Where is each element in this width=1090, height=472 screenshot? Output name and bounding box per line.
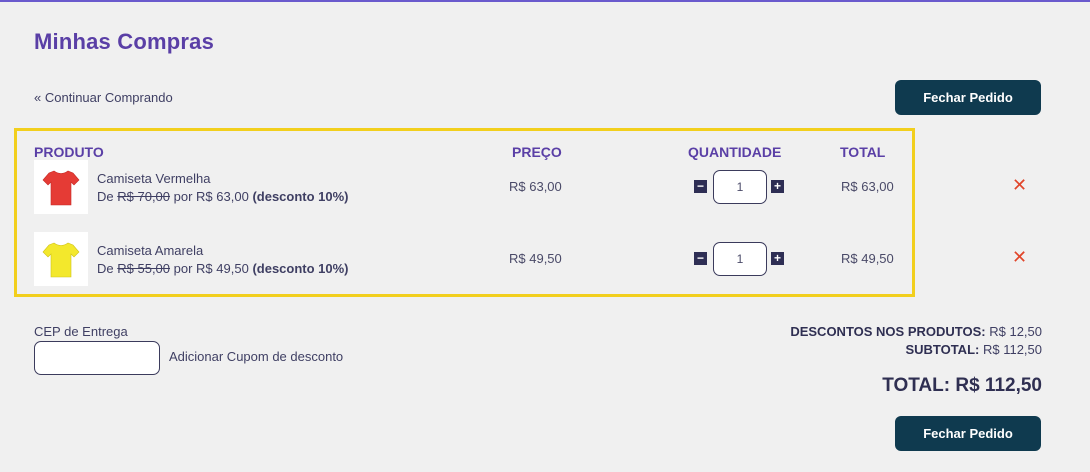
- product-name: Camiseta Vermelha: [97, 171, 211, 186]
- desc-prefix: De: [97, 261, 114, 276]
- cep-label: CEP de Entrega: [34, 324, 128, 339]
- header-preco: PREÇO: [512, 144, 562, 160]
- quantity-decrease-button[interactable]: −: [694, 252, 707, 265]
- product-image: [34, 160, 88, 214]
- add-coupon-link[interactable]: Adicionar Cupom de desconto: [169, 349, 343, 364]
- quantity-input[interactable]: [713, 170, 767, 204]
- unit-price: R$ 63,00: [509, 179, 562, 194]
- table-row: Camiseta Vermelha De R$ 70,00 por R$ 63,…: [0, 160, 1090, 216]
- quantity-increase-button[interactable]: +: [771, 252, 784, 265]
- line-total: R$ 63,00: [841, 179, 894, 194]
- discounts-value: R$ 12,50: [989, 324, 1042, 339]
- header-total: TOTAL: [840, 144, 886, 160]
- cep-input[interactable]: [34, 341, 160, 375]
- subtotal-value: R$ 112,50: [982, 342, 1042, 357]
- new-price-text: por R$ 63,00: [173, 189, 249, 204]
- line-total: R$ 49,50: [841, 251, 894, 266]
- discounts-summary: DESCONTOS NOS PRODUTOS: R$ 12,50: [790, 324, 1042, 339]
- remove-item-icon[interactable]: ✕: [1012, 176, 1027, 194]
- header-quantidade: QUANTIDADE: [688, 144, 782, 160]
- quantity-decrease-button[interactable]: −: [694, 180, 707, 193]
- quantity-increase-button[interactable]: +: [771, 180, 784, 193]
- discount-label: (desconto 10%): [252, 189, 349, 204]
- subtotal-summary: SUBTOTAL: R$ 112,50: [905, 342, 1042, 357]
- desc-prefix: De: [97, 189, 114, 204]
- old-price: R$ 70,00: [117, 189, 171, 204]
- table-row: Camiseta Amarela De R$ 55,00 por R$ 49,5…: [0, 232, 1090, 288]
- product-price-description: De R$ 55,00 por R$ 49,50 (desconto 10%): [97, 261, 349, 276]
- continue-shopping-link[interactable]: « Continuar Comprando: [34, 90, 173, 105]
- product-image: [34, 232, 88, 286]
- page-title: Minhas Compras: [34, 29, 215, 54]
- remove-item-icon[interactable]: ✕: [1012, 248, 1027, 266]
- close-order-button-top[interactable]: Fechar Pedido: [895, 80, 1041, 115]
- red-tshirt-icon: [42, 170, 80, 206]
- product-name: Camiseta Amarela: [97, 243, 204, 258]
- top-accent-line: [0, 0, 1090, 2]
- product-price-description: De R$ 70,00 por R$ 63,00 (desconto 10%): [97, 189, 349, 204]
- unit-price: R$ 49,50: [509, 251, 562, 266]
- old-price: R$ 55,00: [117, 261, 171, 276]
- close-order-button-bottom[interactable]: Fechar Pedido: [895, 416, 1041, 451]
- discount-label: (desconto 10%): [252, 261, 349, 276]
- yellow-tshirt-icon: [42, 242, 80, 278]
- order-total: TOTAL: R$ 112,50: [882, 375, 1042, 396]
- new-price-text: por R$ 49,50: [173, 261, 249, 276]
- discounts-label: DESCONTOS NOS PRODUTOS:: [790, 324, 986, 339]
- quantity-input[interactable]: [713, 242, 767, 276]
- subtotal-label: SUBTOTAL:: [905, 342, 980, 357]
- header-produto: PRODUTO: [34, 144, 104, 160]
